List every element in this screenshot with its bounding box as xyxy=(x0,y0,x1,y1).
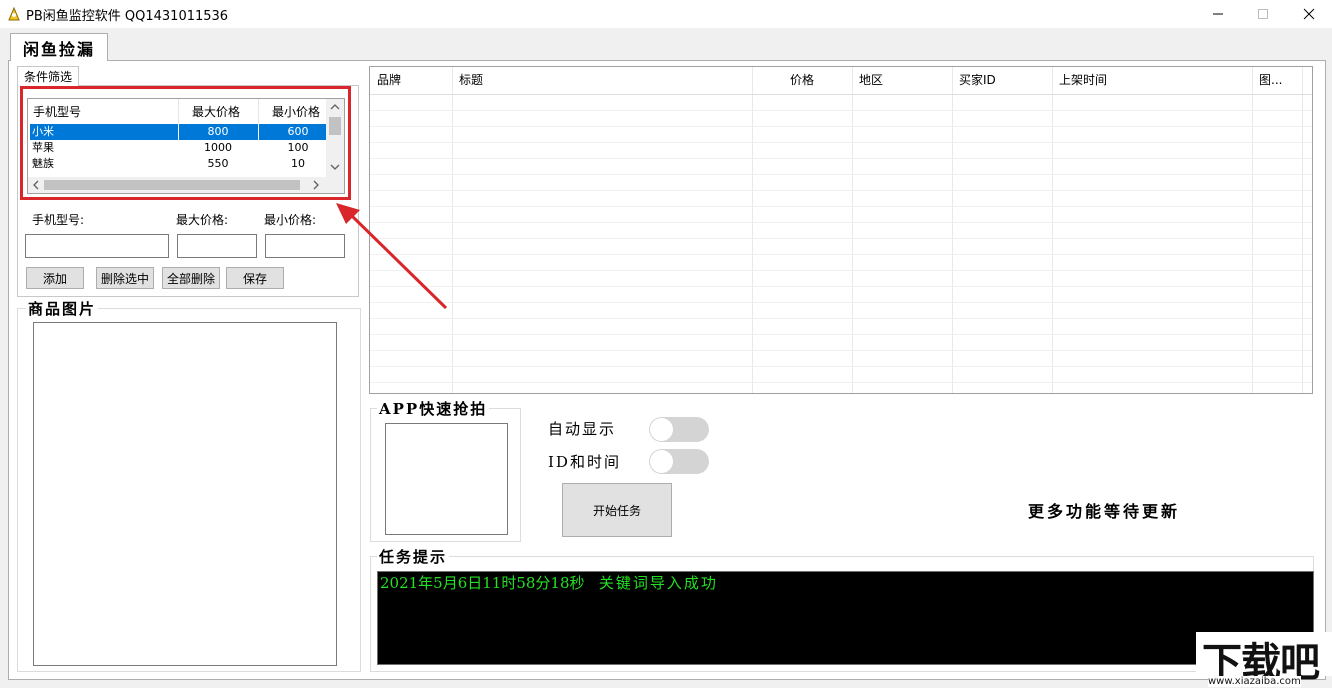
auto-display-label: 自动显示 xyxy=(548,420,617,438)
product-image-title: 商品图片 xyxy=(26,298,99,319)
task-hint-title: 任务提示 xyxy=(377,546,450,567)
maximize-button[interactable] xyxy=(1240,0,1286,28)
maximize-icon xyxy=(1258,9,1268,19)
add-button[interactable]: 添加 xyxy=(26,267,84,289)
log-entry: 2021年5月6日11时58分18秒 关键词导入成功 xyxy=(380,572,718,593)
id-time-label: ID和时间 xyxy=(548,453,621,471)
close-button[interactable] xyxy=(1286,0,1332,28)
auto-display-toggle[interactable] xyxy=(649,417,709,442)
column-header-brand[interactable]: 品牌 xyxy=(370,67,452,94)
watermark-url: www.xiazaiba.com xyxy=(1208,676,1301,687)
column-header-buyer-id[interactable]: 买家ID xyxy=(952,67,1052,94)
toggle-knob xyxy=(650,450,673,473)
column-header-price[interactable]: 价格 xyxy=(752,67,852,94)
delete-all-button[interactable]: 全部删除 xyxy=(162,267,220,289)
model-label: 手机型号: xyxy=(32,213,85,227)
max-price-label: 最大价格: xyxy=(176,213,229,227)
column-header-region[interactable]: 地区 xyxy=(852,67,952,94)
app-icon xyxy=(8,6,20,21)
save-button[interactable]: 保存 xyxy=(226,267,284,289)
log-time: 2021年5月6日11时58分18秒 xyxy=(380,574,585,592)
delete-selected-button[interactable]: 删除选中 xyxy=(96,267,154,289)
model-input[interactable] xyxy=(25,234,169,258)
product-image-box xyxy=(33,322,337,666)
app-quick-title: APP快速抢拍 xyxy=(377,398,490,419)
tab-filter[interactable]: 条件筛选 xyxy=(17,66,79,86)
id-time-toggle[interactable] xyxy=(649,449,709,474)
column-header-title[interactable]: 标题 xyxy=(452,67,752,94)
min-price-label: 最小价格: xyxy=(264,213,317,227)
minimize-icon xyxy=(1213,13,1223,15)
toggle-knob xyxy=(650,418,673,441)
tab-xianyu[interactable]: 闲鱼捡漏 xyxy=(10,33,108,61)
max-price-input[interactable] xyxy=(177,234,257,258)
watermark: 下载吧 www.xiazaiba.com xyxy=(1196,632,1332,688)
column-header-image[interactable]: 图... xyxy=(1252,67,1302,94)
column-header-listed-time[interactable]: 上架时间 xyxy=(1052,67,1252,94)
app-qr-box xyxy=(385,423,508,535)
product-grid[interactable]: 品牌 标题 价格 地区 买家ID 上架时间 图... xyxy=(369,66,1313,394)
log-message: 关键词导入成功 xyxy=(598,574,718,592)
close-icon xyxy=(1303,8,1315,20)
highlight-annotation xyxy=(20,86,351,200)
start-task-button[interactable]: 开始任务 xyxy=(562,483,672,537)
minimize-button[interactable] xyxy=(1195,0,1241,28)
window-title: PB闲鱼监控软件 QQ1431011536 xyxy=(26,9,229,24)
arrow-annotation xyxy=(336,203,448,310)
more-features-text: 更多功能等待更新 xyxy=(1028,502,1181,521)
